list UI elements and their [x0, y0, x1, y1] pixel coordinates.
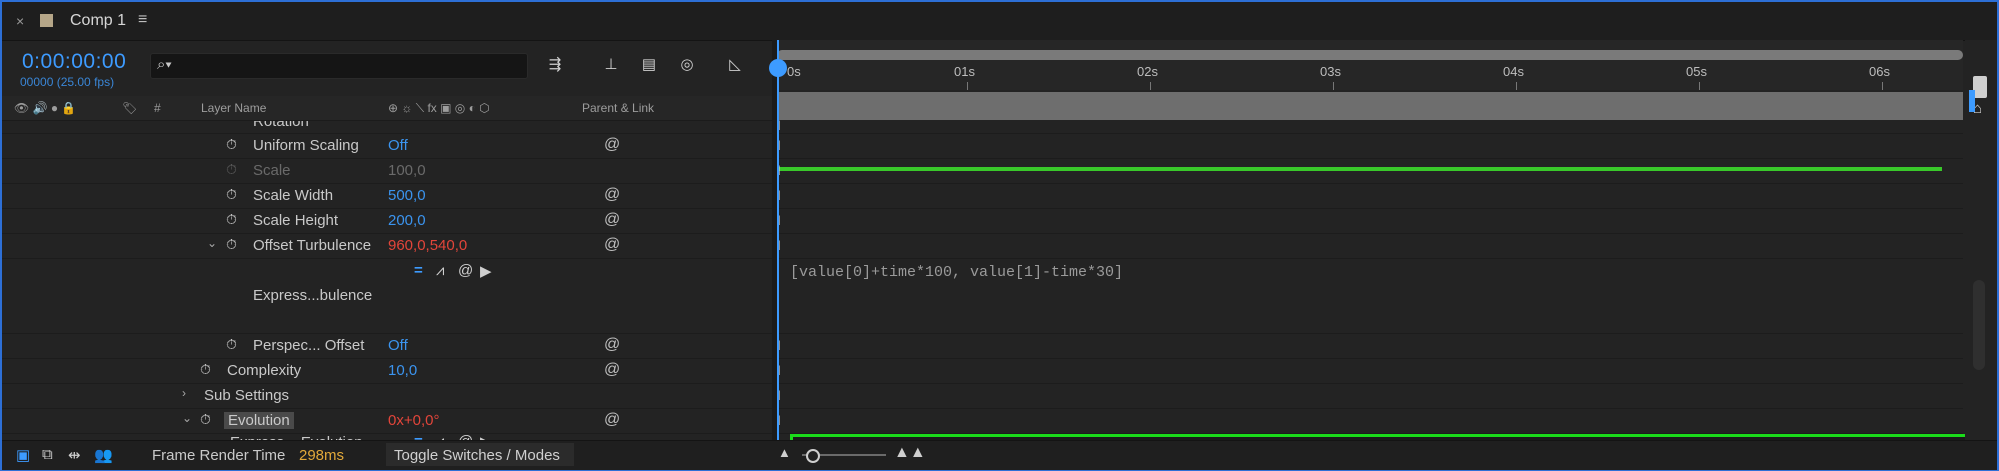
pickwhip-icon[interactable]: @ — [604, 236, 620, 254]
stopwatch-icon[interactable]: ⏱ — [226, 186, 242, 202]
time-navigator[interactable] — [777, 50, 1963, 60]
motion-blur-icon[interactable]: ◎ — [674, 53, 700, 77]
tab-bar: × Comp 1 ≡ — [2, 2, 1997, 41]
stopwatch-icon[interactable]: ⏱ — [200, 411, 216, 427]
track-scale-height: I — [777, 209, 1963, 234]
time-ruler[interactable]: 0s 01s 02s 03s 04s 05s 06s — [777, 40, 1963, 90]
pickwhip-icon[interactable]: @ — [604, 361, 620, 379]
graph-icon[interactable]: ⩘ — [436, 262, 444, 279]
frame-render-label: Frame Render Time — [152, 447, 286, 464]
parent-link-column: Parent & Link — [582, 101, 655, 115]
pickwhip-icon[interactable]: @ — [604, 411, 620, 429]
property-row-perspective-offset[interactable]: ⏱ Perspec... Offset Off @ — [2, 334, 772, 359]
work-area-end-icon[interactable] — [1969, 90, 1975, 112]
in-out-icon[interactable]: ⇹ — [68, 446, 81, 464]
pickwhip-icon[interactable]: @ — [604, 136, 620, 154]
property-row-evolution[interactable]: ⌄ ⏱ Evolution 0x+0,0° @ — [2, 409, 772, 434]
column-header: 👁 🔊 ● 🔒 🏷 # Layer Name ⊕ ☼ ⟍ fx ▣ ◎ ◐ ⬡ … — [2, 96, 772, 121]
zoom-slider-thumb[interactable] — [806, 449, 820, 463]
layer-panel: 0:00:00:00 00000 (25.00 fps) ⌕▾ ⇶ ⊥ ▤ ◎ … — [2, 40, 772, 451]
track-offset-turbulence: I — [777, 234, 1963, 259]
pickwhip-icon[interactable]: @ — [604, 211, 620, 229]
expression-text[interactable]: [value[0]+time*100, value[1]-time*30] — [790, 264, 1123, 281]
chevron-down-icon[interactable]: ⌄ — [207, 236, 217, 250]
transfer-controls-icon[interactable]: ⧉ — [42, 446, 53, 463]
track-uniform-scaling: I — [777, 134, 1963, 159]
search-input[interactable]: ⌕▾ — [150, 53, 528, 79]
expression-row-offset-turbulence: = ⩘ @ ▶ Express...bulence — [2, 259, 772, 334]
stopwatch-icon[interactable]: ⏱ — [200, 361, 216, 377]
render-time-icon[interactable]: 👥 — [94, 446, 113, 464]
property-row-uniform-scaling[interactable]: ⏱ Uniform Scaling Off @ — [2, 134, 772, 159]
timecode-display[interactable]: 0:00:00:00 — [22, 50, 126, 74]
work-area-bar[interactable] — [777, 92, 1963, 171]
status-bar: ▣ ⧉ ⇹ 👥 Frame Render Time 298ms Toggle S… — [2, 440, 1997, 470]
right-rail: ⌂ — [1965, 40, 1997, 440]
property-row-scale[interactable]: ⏱ Scale 100,0 — [2, 159, 772, 184]
stopwatch-icon[interactable]: ⏱ — [226, 211, 242, 227]
tab-comp-1[interactable]: Comp 1 — [70, 12, 126, 30]
composition-mini-flowchart-icon[interactable]: ⇶ — [542, 53, 568, 77]
search-icon: ⌕▾ — [157, 56, 172, 73]
draft-3d-icon[interactable]: ⊥ — [598, 53, 624, 77]
comp-color-swatch — [40, 14, 53, 27]
track-rotation: I — [777, 117, 1963, 134]
pickwhip-icon[interactable]: @ — [604, 186, 620, 204]
frame-render-value: 298ms — [299, 447, 345, 464]
frame-blending-icon[interactable]: ▤ — [636, 53, 662, 77]
property-row-scale-width[interactable]: ⏱ Scale Width 500,0 @ — [2, 184, 772, 209]
stopwatch-icon[interactable]: ⏱ — [226, 336, 242, 352]
zoom-in-icon[interactable]: ▲▲ — [894, 444, 926, 462]
frame-readout: 00000 (25.00 fps) — [20, 75, 115, 89]
toggle-switches-button[interactable]: Toggle Switches / Modes — [386, 443, 574, 466]
expression-editor-offset[interactable]: [value[0]+time*100, value[1]-time*30] — [777, 259, 1963, 334]
graph-editor-icon[interactable]: ◺ — [722, 53, 748, 77]
expression-controls: = ⩘ @ ▶ — [414, 262, 524, 280]
property-row-offset-turbulence[interactable]: ⌄ ⏱ Offset Turbulence 960,0,540,0 @ — [2, 234, 772, 259]
language-menu-icon[interactable]: ▶ — [480, 262, 492, 280]
property-row-complexity[interactable]: ⏱ Complexity 10,0 @ — [2, 359, 772, 384]
stopwatch-icon[interactable]: ⏱ — [226, 236, 242, 252]
track-sub-settings: I — [777, 384, 1963, 409]
property-row-rotation[interactable]: Rotation — [2, 121, 772, 134]
pickwhip-icon[interactable]: @ — [604, 336, 620, 354]
hash-column: # — [154, 101, 161, 115]
stopwatch-icon[interactable]: ⏱ — [226, 136, 242, 152]
track-scale: I — [777, 159, 1963, 184]
av-switches-icons[interactable]: 👁 🔊 ● 🔒 — [14, 101, 76, 115]
layer-name-column[interactable]: Layer Name — [201, 101, 266, 115]
property-row-sub-settings[interactable]: › Sub Settings — [2, 384, 772, 409]
track-complexity: I — [777, 359, 1963, 384]
zoom-out-icon[interactable]: ▲ — [778, 445, 791, 460]
track-scale-width: I — [777, 184, 1963, 209]
track-evolution: I — [777, 409, 1963, 434]
label-icon[interactable]: 🏷 — [122, 101, 137, 115]
comp-marker-bin-icon[interactable] — [1973, 76, 1987, 98]
switches-column[interactable]: ⊕ ☼ ⟍ fx ▣ ◎ ◐ ⬡ — [388, 101, 490, 116]
vertical-scrollbar[interactable] — [1973, 280, 1985, 370]
property-row-scale-height[interactable]: ⏱ Scale Height 200,0 @ — [2, 209, 772, 234]
expression-enable-icon[interactable]: = — [414, 262, 423, 279]
stopwatch-icon[interactable]: ⏱ — [226, 161, 242, 177]
menu-icon[interactable]: ≡ — [138, 11, 147, 29]
pickwhip-icon[interactable]: @ — [458, 262, 473, 279]
track-perspective-offset: I — [777, 334, 1963, 359]
chevron-right-icon[interactable]: › — [182, 386, 186, 400]
playhead-handle[interactable] — [769, 59, 787, 77]
chevron-down-icon[interactable]: ⌄ — [182, 411, 192, 425]
playhead[interactable] — [769, 40, 787, 440]
comp-panel: × Comp 1 ≡ 0:00:00:00 00000 (25.00 fps) … — [0, 0, 1999, 471]
close-icon[interactable]: × — [16, 13, 24, 29]
layer-switches-icon[interactable]: ▣ — [16, 446, 30, 464]
timeline-panel: 0s 01s 02s 03s 04s 05s 06s I I I I I I [… — [769, 40, 1977, 466]
